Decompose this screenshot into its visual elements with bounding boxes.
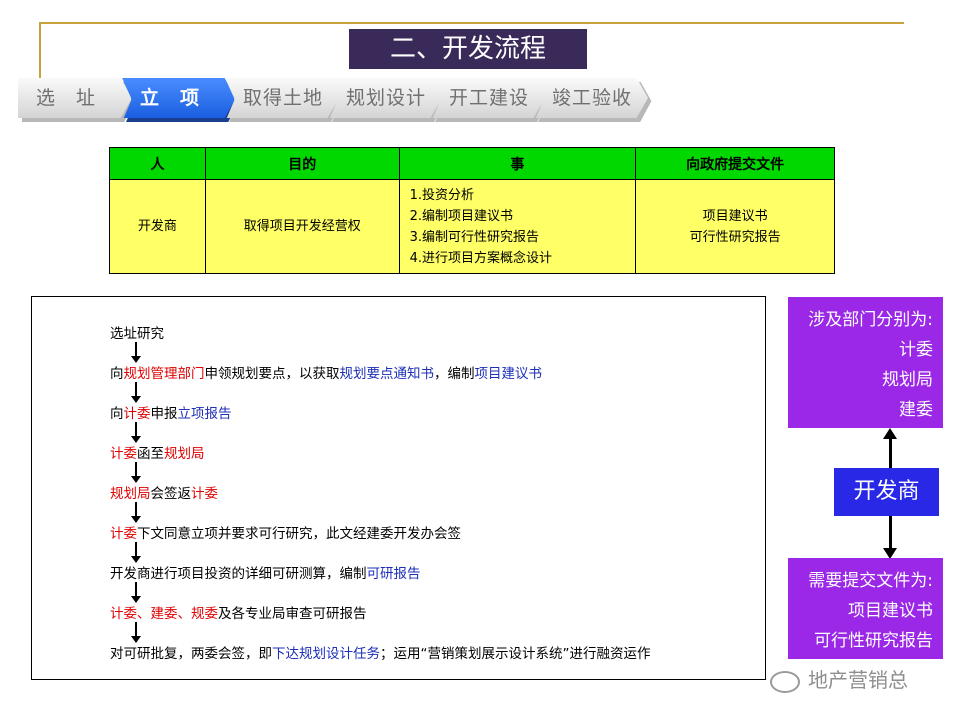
flow-arrow-icon — [131, 462, 141, 483]
step-label: 竣工验收 — [552, 87, 633, 109]
file-item: 项目建议书 — [848, 601, 933, 621]
down-connector — [889, 516, 892, 549]
task-item: 2.编制项目建议书 — [409, 208, 513, 224]
flow-step-6: 计委下文同意立项并要求可行研究，此文经建委开发办会签 — [110, 526, 461, 542]
step-label: 开工建设 — [449, 87, 530, 109]
step-construction[interactable]: 开工建设 — [431, 78, 549, 122]
flow-step-8: 计委、建委、规委及各专业局审查可研报告 — [110, 606, 367, 622]
step-project-approval[interactable]: 立 项 — [122, 78, 240, 122]
table-row: 开发商 取得项目开发经营权 1.投资分析 2.编制项目建议书 3.编制可行性研究… — [109, 179, 835, 274]
up-connector — [889, 438, 892, 468]
step-label: 选 址 — [36, 87, 97, 109]
flow-step-5: 规划局会签返计委 — [110, 486, 218, 502]
flow-arrow-icon — [131, 622, 141, 643]
flow-arrow-icon — [131, 582, 141, 603]
flow-arrow-icon — [131, 422, 141, 443]
flow-arrow-icon — [131, 502, 141, 523]
doc-item: 项目建议书 — [702, 208, 768, 224]
table-header-row: 人 目的 事 向政府提交文件 — [109, 147, 835, 180]
cell-person: 开发商 — [109, 179, 206, 274]
department-item: 计委 — [899, 340, 933, 360]
department-item: 规划局 — [882, 370, 933, 390]
header-purpose: 目的 — [204, 147, 400, 180]
step-label: 取得土地 — [243, 87, 324, 109]
flow-step-7: 开发商进行项目投资的详细可研测算，编制可研报告 — [110, 566, 421, 582]
flow-box: 选址研究 向规划管理部门申领规划要点，以获取规划要点通知书，编制项目建议书 向计… — [31, 296, 766, 680]
doc-item: 可行性研究报告 — [689, 229, 781, 245]
header-docs: 向政府提交文件 — [635, 147, 835, 180]
watermark-text: 地产营销总 — [808, 668, 908, 692]
cell-tasks: 1.投资分析 2.编制项目建议书 3.编制可行性研究报告 4.进行项目方案概念设… — [398, 179, 637, 274]
departments-title: 涉及部门分别为: — [808, 310, 933, 330]
developer-box: 开发商 — [834, 468, 939, 516]
step-planning-design[interactable]: 规划设计 — [328, 78, 446, 122]
file-item: 可行性研究报告 — [814, 631, 933, 651]
step-label: 规划设计 — [346, 87, 427, 109]
watermark: 地产营销总 — [770, 664, 908, 693]
arrow-up-icon — [883, 428, 897, 439]
top-gold-line — [39, 22, 904, 24]
departments-box: 涉及部门分别为: 计委 规划局 建委 — [788, 297, 943, 428]
flow-step-4: 计委函至规划局 — [110, 446, 205, 462]
flow-arrow-icon — [131, 342, 141, 363]
flow-step-1: 选址研究 — [110, 326, 164, 342]
task-item: 4.进行项目方案概念设计 — [409, 250, 552, 266]
flow-step-2: 向规划管理部门申领规划要点，以获取规划要点通知书，编制项目建议书 — [110, 366, 542, 382]
task-item: 3.编制可行性研究报告 — [409, 229, 539, 245]
flow-arrow-icon — [131, 542, 141, 563]
step-label: 立 项 — [140, 87, 201, 109]
left-gold-line — [39, 22, 41, 84]
files-box: 需要提交文件为: 项目建议书 可行性研究报告 — [788, 558, 943, 659]
flow-arrow-icon — [131, 382, 141, 403]
process-steps: 选 址 立 项 取得土地 规划设计 开工建设 竣工验收 — [18, 78, 658, 124]
step-land-acquisition[interactable]: 取得土地 — [225, 78, 343, 122]
flow-step-9: 对可研批复，两委会签，即下达规划设计任务；运用“营销策划展示设计系统”进行融资运… — [110, 646, 651, 662]
step-completion[interactable]: 竣工验收 — [534, 78, 652, 122]
cell-docs: 项目建议书 可行性研究报告 — [635, 179, 835, 274]
step-site-selection[interactable]: 选 址 — [18, 78, 136, 122]
header-tasks: 事 — [398, 147, 637, 180]
cell-purpose: 取得项目开发经营权 — [204, 179, 400, 274]
header-person: 人 — [109, 147, 206, 180]
department-item: 建委 — [899, 400, 933, 420]
files-title: 需要提交文件为: — [808, 571, 933, 591]
wechat-icon — [770, 670, 800, 693]
flow-step-3: 向计委申报立项报告 — [110, 406, 232, 422]
info-table: 人 目的 事 向政府提交文件 开发商 取得项目开发经营权 1.投资分析 2.编制… — [109, 147, 835, 274]
page-title: 二、开发流程 — [349, 29, 587, 69]
task-item: 1.投资分析 — [409, 187, 474, 203]
